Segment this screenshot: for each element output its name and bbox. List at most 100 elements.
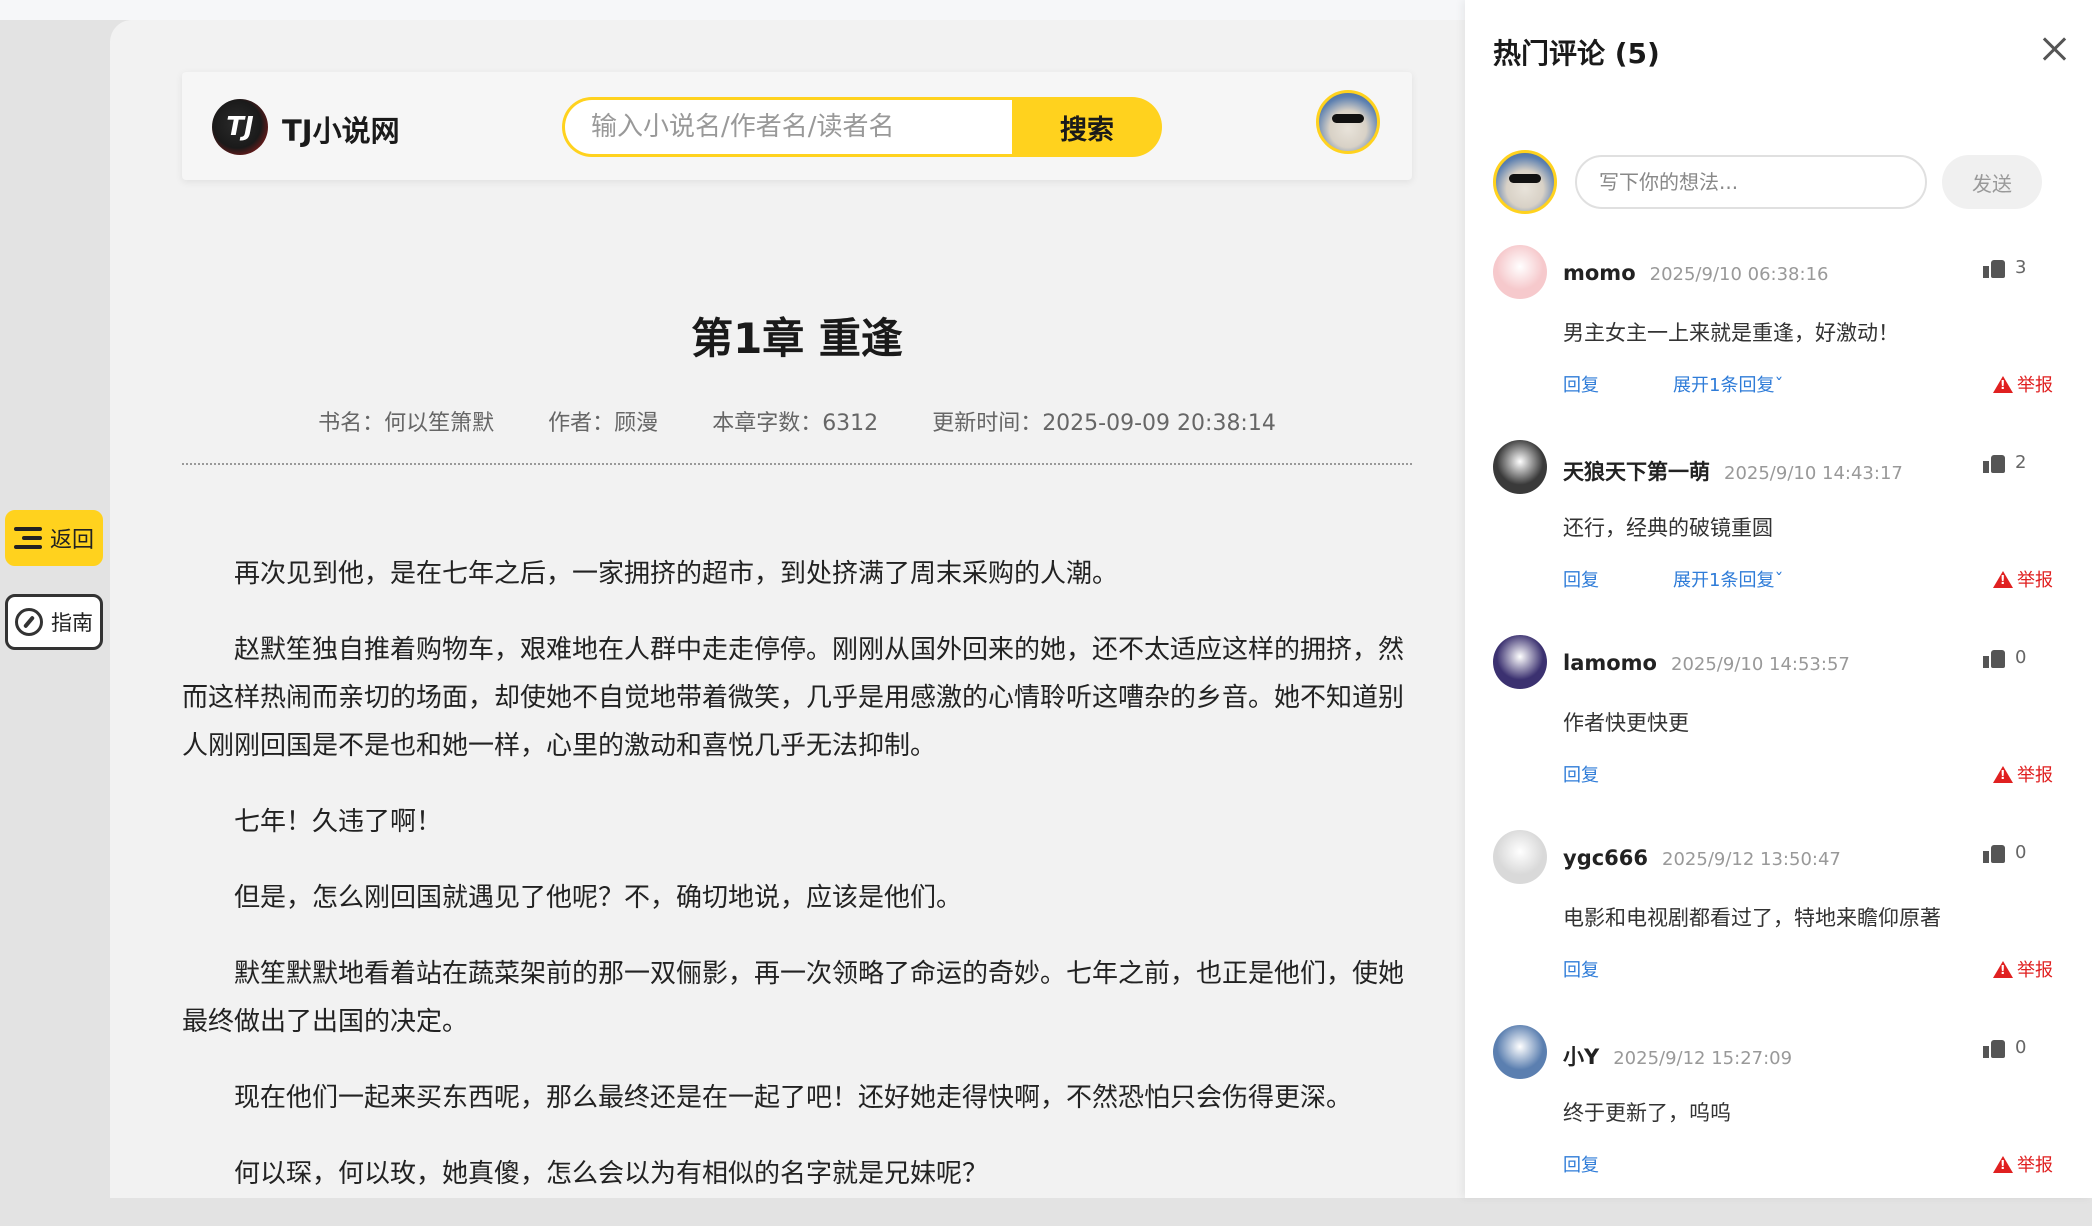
commenter-avatar[interactable] (1493, 830, 1547, 884)
paragraph: 但是，怎么刚回国就遇见了他呢？不，确切地说，应该是他们。 (234, 883, 963, 913)
report-label: 举报 (2017, 960, 2053, 981)
comment-text: 作者快更快更 (1563, 711, 1689, 735)
commenter-name[interactable]: 小Y (1563, 1045, 1599, 1069)
top-strip (0, 0, 1465, 20)
like-button[interactable]: 0 (1983, 1037, 2026, 1058)
word-count: 本章字数：6312 (712, 411, 879, 436)
search-bar: 搜索 (562, 97, 1162, 157)
comment-time: 2025/9/12 13:50:47 (1662, 849, 1841, 870)
comment-item: ygc666 2025/9/12 13:50:47 0 电影和电视剧都看过了，特地… (1493, 830, 2053, 1020)
guide-button-label: 指南 (51, 611, 93, 635)
author-name: 作者：顾漫 (548, 411, 659, 436)
report-link[interactable]: 举报 (1993, 1151, 2053, 1177)
commenter-name[interactable]: lamomo (1563, 651, 1657, 675)
report-link[interactable]: 举报 (1993, 566, 2053, 592)
book-name: 书名：何以笙箫默 (318, 411, 495, 436)
warning-icon (1993, 960, 2013, 978)
report-label: 举报 (2017, 765, 2053, 786)
site-name[interactable]: TJ小说网 (282, 108, 400, 150)
like-count: 3 (2015, 257, 2027, 278)
commenter-avatar[interactable] (1493, 440, 1547, 494)
sunglasses-icon (1508, 173, 1542, 184)
paragraph: 何以琛，何以玫，她真傻，怎么会以为有相似的名字就是兄妹呢？ (234, 1159, 989, 1189)
comment-actions: 回复 举报 (1563, 761, 2053, 787)
comment-input[interactable] (1575, 155, 1927, 209)
search-button[interactable]: 搜索 (1012, 97, 1162, 157)
comment-header: lamomo 2025/9/10 14:53:57 (1563, 651, 1850, 675)
warning-icon (1993, 570, 2013, 588)
paragraph: 七年！久违了啊！ (234, 807, 443, 837)
comment-text: 男主女主一上来就是重逢，好激动！ (1563, 321, 1899, 345)
divider (182, 463, 1412, 465)
close-icon[interactable] (2040, 34, 2070, 64)
comments-title: 热门评论 (5) (1493, 37, 1660, 70)
commenter-name[interactable]: momo (1563, 261, 1636, 285)
comment-header: momo 2025/9/10 06:38:16 (1563, 261, 1828, 285)
commenter-name[interactable]: ygc666 (1563, 846, 1648, 870)
chapter-title: 第1章 重逢 (691, 314, 903, 363)
report-label: 举报 (2017, 375, 2053, 396)
expand-replies-link[interactable]: 展开1条回复ˇ (1673, 371, 1783, 397)
comment-actions: 回复 展开1条回复ˇ 举报 (1563, 371, 2053, 397)
my-avatar (1493, 150, 1557, 214)
site-logo[interactable]: TJ (212, 99, 268, 155)
thumbs-up-icon (1983, 648, 2005, 668)
like-count: 0 (2015, 647, 2027, 668)
reply-link[interactable]: 回复 (1563, 570, 1599, 591)
reply-link[interactable]: 回复 (1563, 960, 1599, 981)
like-button[interactable]: 0 (1983, 647, 2026, 668)
like-button[interactable]: 0 (1983, 842, 2026, 863)
reply-link[interactable]: 回复 (1563, 375, 1599, 396)
compass-icon (15, 608, 43, 636)
reader-area: TJ TJ小说网 搜索 第1章 重逢 书名：何以笙箫默 作者：顾漫 本章字数：6… (110, 20, 1465, 1198)
send-button[interactable]: 发送 (1942, 155, 2042, 209)
comment-actions: 回复 举报 (1563, 956, 2053, 982)
thumbs-up-icon (1983, 1038, 2005, 1058)
thumbs-up-icon (1983, 258, 2005, 278)
commenter-avatar[interactable] (1493, 1025, 1547, 1079)
comment-time: 2025/9/10 06:38:16 (1649, 264, 1829, 285)
comments-panel: 热门评论 (5) 发送 momo 2025/9/10 06:38:16 3 男主女… (1465, 0, 2092, 1198)
comment-text: 终于更新了，呜呜 (1563, 1101, 1731, 1125)
report-link[interactable]: 举报 (1993, 761, 2053, 787)
sunglasses-icon (1331, 113, 1365, 124)
like-button[interactable]: 2 (1983, 452, 2026, 473)
update-time: 更新时间：2025-09-09 20:38:14 (932, 411, 1276, 436)
guide-button[interactable]: 指南 (5, 594, 103, 650)
report-label: 举报 (2017, 1155, 2053, 1176)
comment-header: ygc666 2025/9/12 13:50:47 (1563, 846, 1841, 870)
commenter-avatar[interactable] (1493, 635, 1547, 689)
like-button[interactable]: 3 (1983, 257, 2026, 278)
comment-header: 天狼天下第一萌 2025/9/10 14:43:17 (1563, 456, 1903, 486)
comment-time: 2025/9/12 15:27:09 (1613, 1048, 1793, 1069)
back-button[interactable]: 返回 (5, 510, 103, 566)
like-count: 0 (2015, 1037, 2027, 1058)
warning-icon (1993, 1155, 2013, 1173)
paragraph: 默笙默默地看着站在蔬菜架前的那一双俪影，再一次领略了命运的奇妙。七年之前，也正是… (182, 959, 1405, 1037)
paragraph: 现在他们一起来买东西呢，那么最终还是在一起了吧！还好她走得快啊，不然恐怕只会伤得… (234, 1083, 1353, 1113)
expand-replies-link[interactable]: 展开1条回复ˇ (1673, 566, 1783, 592)
search-input[interactable] (562, 97, 1012, 157)
reply-link[interactable]: 回复 (1563, 1155, 1599, 1176)
user-avatar[interactable] (1316, 90, 1380, 154)
comment-time: 2025/9/10 14:43:17 (1724, 463, 1903, 484)
comment-item: 小Y 2025/9/12 15:27:09 0 终于更新了，呜呜 回复 举报 (1493, 1025, 2053, 1215)
comment-item: 天狼天下第一萌 2025/9/10 14:43:17 2 还行，经典的破镜重圆 回… (1493, 440, 2053, 630)
comment-header: 小Y 2025/9/12 15:27:09 (1563, 1041, 1792, 1071)
chapter-meta: 书名：何以笙箫默 作者：顾漫 本章字数：6312 更新时间：2025-09-09… (182, 405, 1412, 437)
commenter-avatar[interactable] (1493, 245, 1547, 299)
like-count: 0 (2015, 842, 2027, 863)
report-link[interactable]: 举报 (1993, 371, 2053, 397)
comment-item: momo 2025/9/10 06:38:16 3 男主女主一上来就是重逢，好激动… (1493, 245, 2053, 435)
comment-text: 还行，经典的破镜重圆 (1563, 516, 1773, 540)
report-link[interactable]: 举报 (1993, 956, 2053, 982)
commenter-name[interactable]: 天狼天下第一萌 (1563, 460, 1710, 484)
comment-actions: 回复 展开1条回复ˇ 举报 (1563, 566, 2053, 592)
warning-icon (1993, 765, 2013, 783)
warning-icon (1993, 375, 2013, 393)
report-label: 举报 (2017, 570, 2053, 591)
comment-text: 电影和电视剧都看过了，特地来瞻仰原著 (1563, 906, 1941, 930)
comment-item: lamomo 2025/9/10 14:53:57 0 作者快更快更 回复 举报 (1493, 635, 2053, 825)
site-header: TJ TJ小说网 搜索 (182, 72, 1412, 180)
reply-link[interactable]: 回复 (1563, 765, 1599, 786)
